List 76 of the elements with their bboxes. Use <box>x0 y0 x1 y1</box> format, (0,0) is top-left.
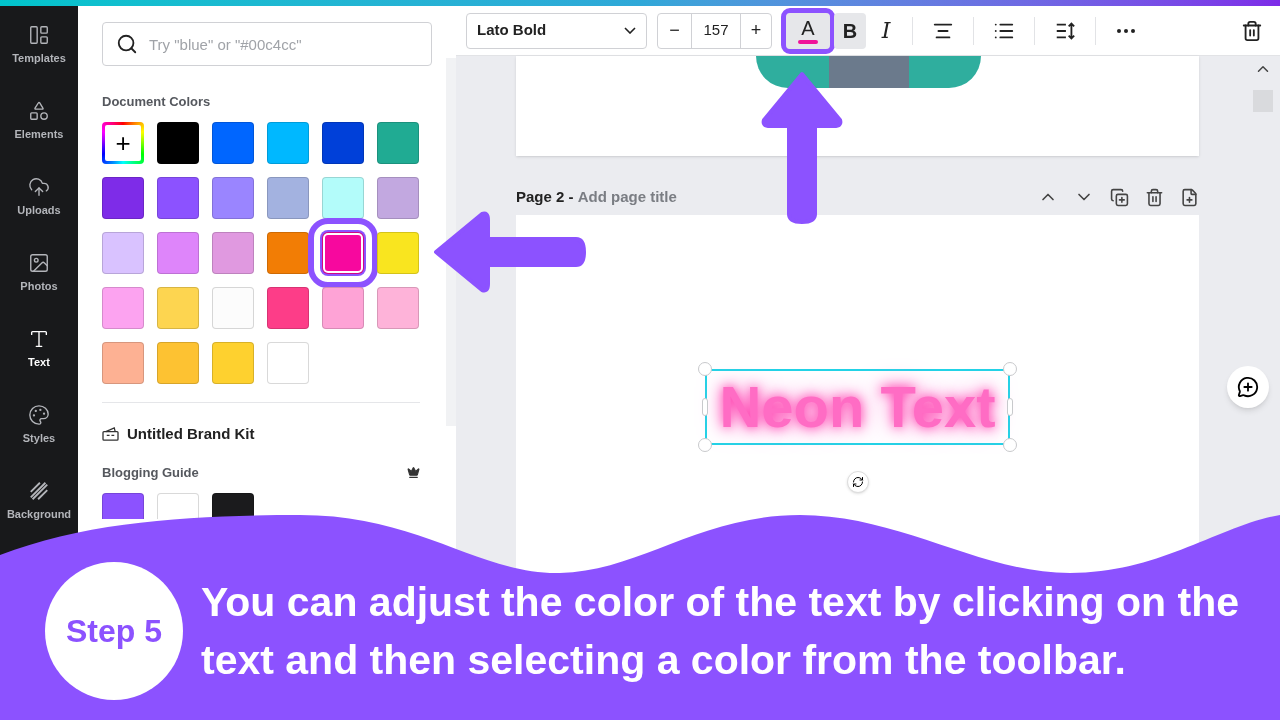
resize-handle[interactable] <box>1003 438 1017 452</box>
search-icon <box>116 33 138 55</box>
color-swatch[interactable] <box>212 286 254 329</box>
color-swatch[interactable] <box>267 341 309 384</box>
color-swatch[interactable] <box>212 121 254 164</box>
increase-size-button[interactable]: + <box>741 13 771 48</box>
color-swatch[interactable] <box>102 231 144 274</box>
comment-button[interactable] <box>1226 366 1269 408</box>
italic-button[interactable]: I <box>870 12 902 49</box>
color-swatch[interactable] <box>102 341 144 384</box>
crown-icon <box>407 466 420 480</box>
side-handle[interactable] <box>1007 398 1013 416</box>
color-swatch[interactable] <box>157 286 199 329</box>
hatch-icon <box>28 479 50 502</box>
color-swatch[interactable] <box>157 231 199 274</box>
cloud-upload-icon <box>28 175 50 198</box>
rotate-icon <box>851 476 864 488</box>
decrease-size-button[interactable]: − <box>658 13 691 48</box>
color-swatch[interactable] <box>322 286 364 329</box>
color-swatch[interactable] <box>322 176 364 219</box>
color-swatch[interactable] <box>102 176 144 219</box>
color-swatch[interactable] <box>377 231 419 274</box>
add-color-button[interactable]: + <box>102 121 144 164</box>
color-swatch[interactable] <box>102 492 144 519</box>
layout-icon <box>28 23 50 46</box>
color-swatch[interactable] <box>267 176 309 219</box>
color-swatch[interactable] <box>212 341 254 384</box>
page-title: Page 2 - <box>516 186 575 207</box>
resize-handle[interactable] <box>698 362 712 376</box>
section-heading: Document Colors <box>102 93 212 111</box>
color-swatch[interactable] <box>157 341 199 384</box>
duplicate-icon[interactable] <box>1110 187 1129 207</box>
color-swatch[interactable] <box>157 121 199 164</box>
more-icon <box>1117 28 1135 33</box>
add-page-icon[interactable] <box>1180 187 1199 207</box>
sidebar-tab[interactable]: Photos <box>0 235 78 311</box>
sidebar-tab[interactable]: Styles <box>0 387 78 463</box>
trash-icon[interactable] <box>1145 187 1164 207</box>
resize-handle[interactable] <box>1003 362 1017 376</box>
resize-handle[interactable] <box>698 438 712 452</box>
sidebar-tab[interactable]: Elements <box>0 83 78 159</box>
rotate-button[interactable] <box>846 471 869 493</box>
comment-add-icon <box>1236 376 1259 398</box>
palette-icon <box>28 403 50 426</box>
color-swatch[interactable] <box>157 492 199 519</box>
color-swatch[interactable] <box>102 286 144 329</box>
color-swatch[interactable] <box>212 176 254 219</box>
color-swatch[interactable] <box>212 231 254 274</box>
color-swatch[interactable] <box>212 492 254 519</box>
color-swatch[interactable] <box>267 121 309 164</box>
color-swatch[interactable] <box>377 176 419 219</box>
image-icon <box>28 251 50 274</box>
trash-icon <box>1241 19 1263 42</box>
chevron-down-icon <box>624 27 636 34</box>
color-swatch[interactable] <box>377 286 419 329</box>
bold-button[interactable]: B <box>834 12 866 49</box>
brand-kit-icon <box>102 426 119 442</box>
color-swatch[interactable] <box>322 121 364 164</box>
brand-kit-title: Untitled Brand Kit <box>127 423 255 444</box>
sidebar-tab[interactable]: Background <box>0 463 78 539</box>
line-spacing-icon <box>1054 19 1076 42</box>
palette-name: Blogging Guide <box>102 464 199 482</box>
side-handle[interactable] <box>702 398 708 416</box>
sidebar-tab[interactable]: Uploads <box>0 159 78 235</box>
font-dropdown[interactable]: Lato Bold <box>466 12 647 49</box>
search-field[interactable]: Try "blue" or "#00c4cc" <box>102 22 432 66</box>
shapes-icon <box>28 99 50 122</box>
step-instruction: You can adjust the color of the text by clicking on the text and then selecting a color from the toolbar. <box>201 578 1241 685</box>
sidebar-tab[interactable]: Templates <box>0 7 78 83</box>
color-swatch[interactable] <box>377 121 419 164</box>
scrollbar[interactable] <box>446 58 456 426</box>
color-swatch[interactable] <box>267 231 309 274</box>
color-swatch[interactable] <box>267 286 309 329</box>
font-size-field[interactable]: 157 <box>691 13 741 48</box>
color-swatch[interactable] <box>157 176 199 219</box>
page-title-field[interactable]: Add page title <box>577 185 677 209</box>
